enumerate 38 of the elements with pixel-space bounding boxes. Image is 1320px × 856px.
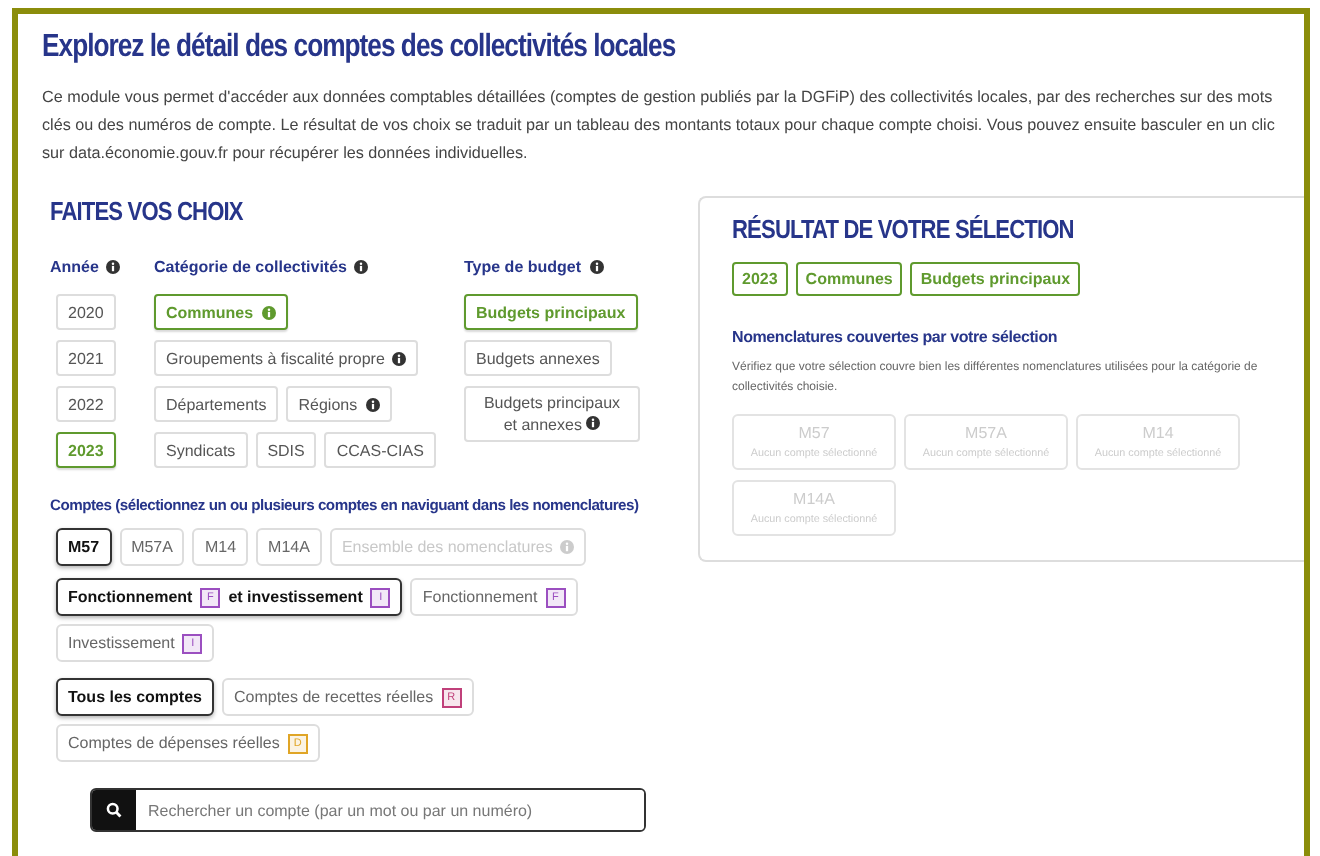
page-title: Explorez le détail des comptes des collectivités locales	[42, 30, 676, 66]
nomenclature-tab[interactable]: M14	[192, 528, 249, 566]
category-label: Catégorie de collectivités	[154, 257, 347, 275]
section-heading: FAITES VOS CHOIX	[50, 196, 243, 226]
nomenclature-tab[interactable]: M14A	[256, 528, 322, 566]
search-button[interactable]	[92, 790, 136, 830]
info-icon	[586, 416, 601, 430]
budget-label: Type de budget	[464, 257, 582, 275]
info-icon	[560, 540, 575, 554]
info-icon	[365, 397, 380, 411]
nomenclature-tab[interactable]: M57A	[119, 528, 185, 566]
category-option[interactable]: Départements	[154, 386, 279, 422]
year-option[interactable]: 2022	[56, 386, 116, 422]
category-option[interactable]: CCAS-CIAS	[324, 432, 436, 468]
info-icon	[589, 259, 604, 273]
nomenclature-heading: Nomenclatures couvertes par votre sélection	[732, 328, 1060, 346]
info-icon	[106, 259, 121, 273]
result-heading: RÉSULTAT DE VOTRE SÉLECTION	[732, 214, 1074, 244]
category-option[interactable]: Groupements à fiscalité propre	[154, 340, 419, 376]
account-type-option[interactable]: Tous les comptes	[56, 678, 214, 716]
nomenclature-tab[interactable]: M57	[56, 528, 112, 566]
info-icon	[261, 305, 276, 319]
selection-tag: 2023	[732, 262, 788, 296]
year-option[interactable]: 2020	[56, 294, 116, 330]
info-icon	[392, 351, 407, 365]
selection-tag: Communes	[795, 262, 903, 296]
intro-text: Ce module vous permet d'accéder aux données comptables détaillées (comptes de gestion publiés par la DGFiP) des collectivités locales, par des recherches sur des mots clés ou des numéros de compte. Le résultat de vos choix se traduit par un tableau des montants totaux pour chaque compte choisi. Vous pouvez ensuite basculer en un clic sur data.économie.gouv.fr pour récupérer les données individuelles.	[42, 86, 1277, 166]
budget-option[interactable]: Budgets principaux et annexes	[464, 386, 640, 442]
info-icon	[354, 259, 369, 273]
category-option[interactable]: Régions	[286, 386, 392, 422]
search-field[interactable]: Rechercher un compte (par un mot ou par un numéro)	[90, 788, 646, 832]
category-option[interactable]: Syndicats	[154, 432, 248, 468]
year-label: Année	[50, 257, 99, 275]
selection-tag: Budgets principaux	[910, 262, 1081, 296]
year-option[interactable]: 2021	[56, 340, 116, 376]
search-icon	[106, 802, 122, 818]
budget-option[interactable]: Budgets annexes	[464, 340, 612, 376]
category-option[interactable]: SDIS	[255, 432, 317, 468]
